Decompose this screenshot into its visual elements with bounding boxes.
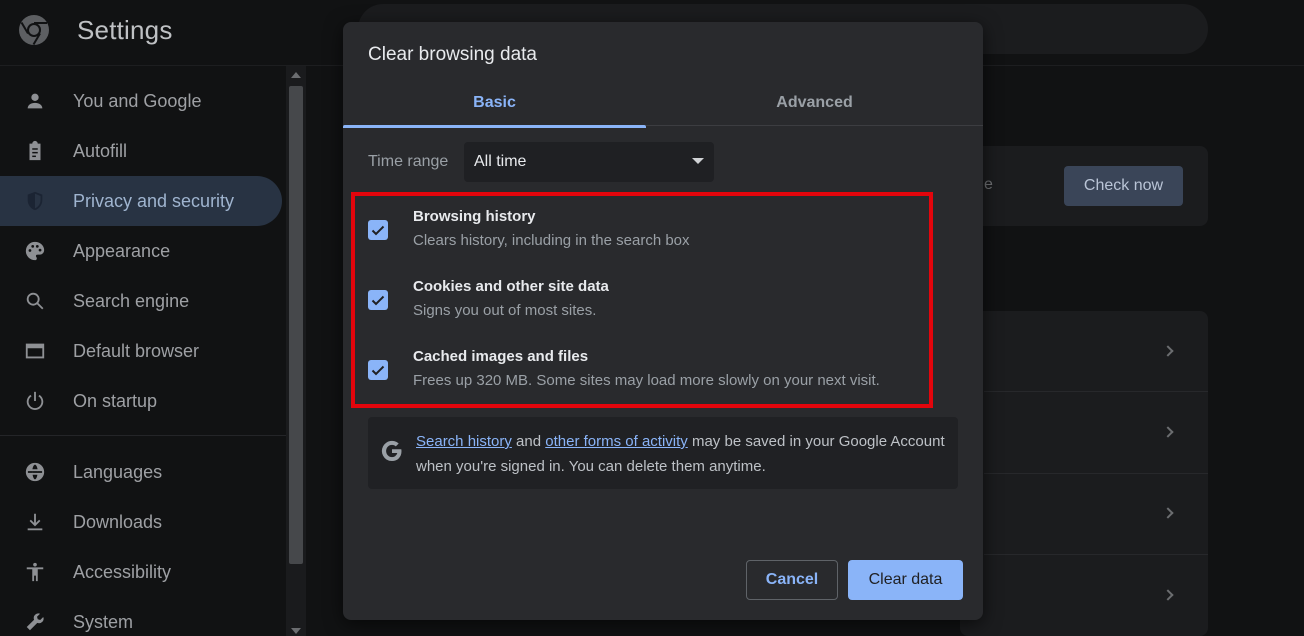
check-now-button[interactable]: Check now xyxy=(1064,166,1183,206)
option-cookies-site-data[interactable]: Cookies and other site data Signs you ou… xyxy=(368,278,928,328)
sidebar-item-downloads[interactable]: Downloads xyxy=(0,497,282,547)
wrench-icon xyxy=(23,610,47,634)
dropdown-arrow-icon xyxy=(692,158,704,164)
chrome-logo-icon xyxy=(19,15,49,46)
sidebar-item-label: Privacy and security xyxy=(73,190,235,211)
sidebar-item-label: You and Google xyxy=(73,90,202,111)
dialog-title: Clear browsing data xyxy=(368,44,537,65)
info-and-text: and xyxy=(516,433,542,450)
palette-icon xyxy=(23,239,47,263)
sidebar-item-default-browser[interactable]: Default browser xyxy=(0,326,282,376)
info-text: Search history and other forms of activi… xyxy=(416,429,946,479)
option-description: Frees up 320 MB. Some sites may load mor… xyxy=(413,372,880,389)
sidebar-item-system[interactable]: System xyxy=(0,597,282,636)
browsing-history-checkbox[interactable] xyxy=(368,220,388,240)
google-g-icon xyxy=(381,440,402,462)
download-icon xyxy=(23,510,47,534)
tab-advanced[interactable]: Advanced xyxy=(663,80,966,126)
time-range-select[interactable]: All time xyxy=(464,142,714,182)
scroll-thumb[interactable] xyxy=(289,86,303,564)
clear-browsing-data-dialog: Clear browsing data Basic Advanced Time … xyxy=(343,22,983,620)
row-divider xyxy=(984,554,1208,555)
google-account-info: Search history and other forms of activi… xyxy=(368,417,958,489)
dialog-tabs: Basic Advanced xyxy=(343,80,983,128)
option-cached-images-files[interactable]: Cached images and files Frees up 320 MB.… xyxy=(368,348,928,398)
option-browsing-history[interactable]: Browsing history Clears history, includi… xyxy=(368,208,928,258)
clear-data-button[interactable]: Clear data xyxy=(848,560,963,600)
checkmark-icon xyxy=(371,365,385,376)
cookies-checkbox[interactable] xyxy=(368,290,388,310)
sidebar-item-autofill[interactable]: Autofill xyxy=(0,126,282,176)
cancel-button[interactable]: Cancel xyxy=(746,560,838,600)
sidebar-item-label: Search engine xyxy=(73,290,190,311)
clipboard-icon xyxy=(23,139,47,163)
sidebar-item-label: Downloads xyxy=(73,511,163,532)
option-title: Cached images and files xyxy=(413,348,589,365)
option-description: Clears history, including in the search … xyxy=(413,232,690,249)
sidebar-item-appearance[interactable]: Appearance xyxy=(0,226,282,276)
person-icon xyxy=(23,89,47,113)
search-history-link[interactable]: Search history xyxy=(416,433,512,450)
option-title: Cookies and other site data xyxy=(413,278,609,295)
power-icon xyxy=(23,389,47,413)
app-title: Settings xyxy=(77,15,173,45)
sidebar-item-languages[interactable]: Languages xyxy=(0,447,282,497)
sidebar-item-label: Languages xyxy=(73,461,163,482)
sidebar-item-privacy-and-security[interactable]: Privacy and security xyxy=(0,176,282,226)
sidebar-item-label: On startup xyxy=(73,390,158,411)
checkmark-icon xyxy=(371,295,385,306)
safety-check-text-fragment: e xyxy=(984,176,993,193)
time-range-value: All time xyxy=(474,153,527,170)
sidebar-item-you-and-google[interactable]: You and Google xyxy=(0,76,282,126)
search-icon xyxy=(23,289,47,313)
shield-icon xyxy=(23,189,47,213)
sidebar: You and Google Autofill Privacy and secu… xyxy=(0,66,286,636)
globe-icon xyxy=(23,460,47,484)
sidebar-item-label: Appearance xyxy=(73,240,171,261)
sidebar-item-label: Autofill xyxy=(73,140,128,161)
sidebar-item-search-engine[interactable]: Search engine xyxy=(0,276,282,326)
row-divider xyxy=(984,391,1208,392)
sidebar-item-label: System xyxy=(73,611,134,632)
tab-basic[interactable]: Basic xyxy=(343,80,646,128)
sidebar-scrollbar[interactable] xyxy=(286,66,306,636)
cached-images-checkbox[interactable] xyxy=(368,360,388,380)
sidebar-item-label: Default browser xyxy=(73,340,200,361)
scroll-down-arrow-icon[interactable] xyxy=(291,628,301,634)
sidebar-item-on-startup[interactable]: On startup xyxy=(0,376,282,426)
sidebar-item-accessibility[interactable]: Accessibility xyxy=(0,547,282,597)
sidebar-divider xyxy=(0,435,286,436)
sidebar-item-label: Accessibility xyxy=(73,561,172,582)
other-forms-of-activity-link[interactable]: other forms of activity xyxy=(545,433,688,450)
scroll-up-arrow-icon[interactable] xyxy=(291,72,301,78)
time-range-label: Time range xyxy=(368,153,449,170)
option-title: Browsing history xyxy=(413,208,536,225)
accessibility-icon xyxy=(23,560,47,584)
option-description: Signs you out of most sites. xyxy=(413,302,597,319)
browser-icon xyxy=(23,339,47,363)
checkmark-icon xyxy=(371,225,385,236)
row-divider xyxy=(984,473,1208,474)
